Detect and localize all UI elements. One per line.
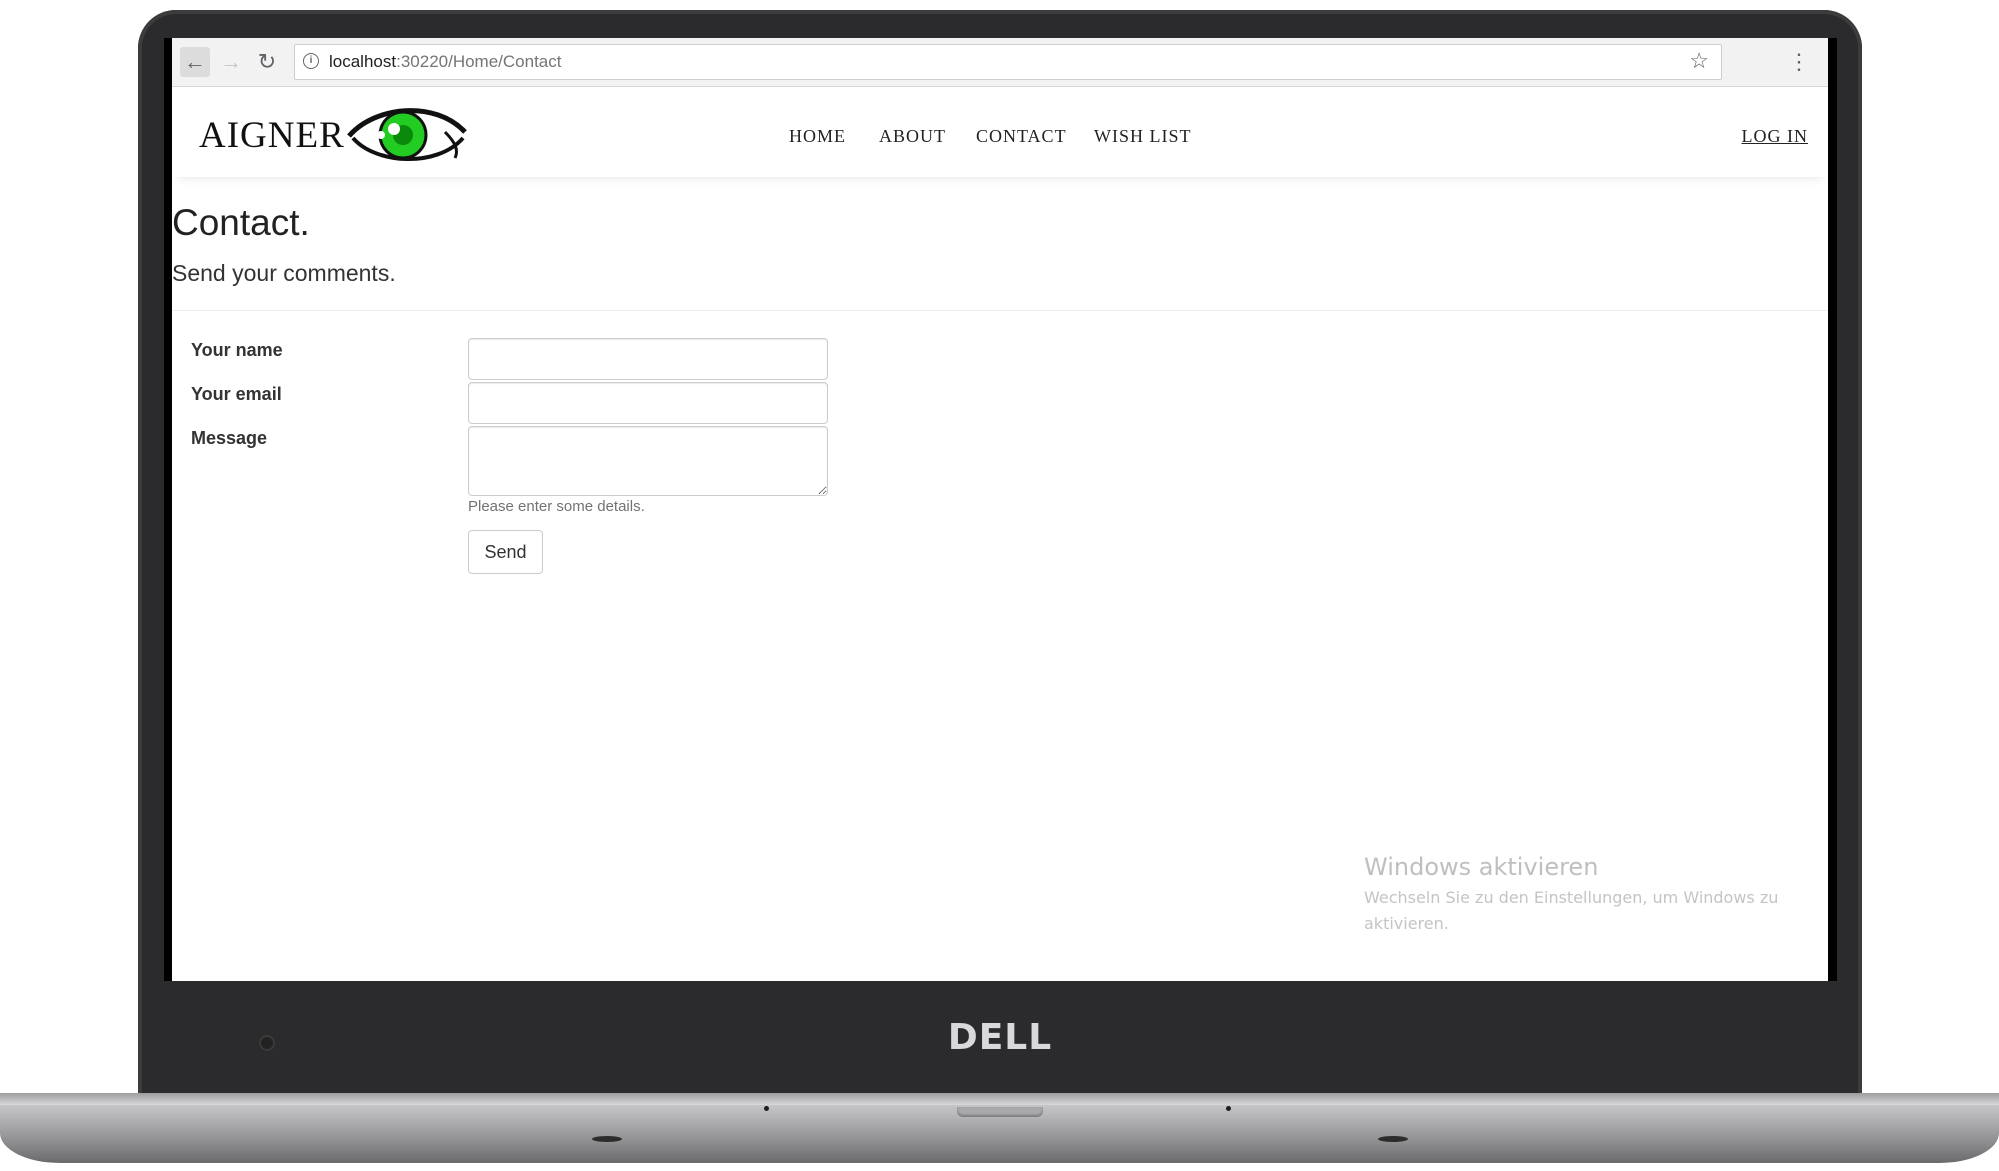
page-title: Contact. xyxy=(172,202,310,243)
name-label: Your name xyxy=(191,340,283,360)
message-textarea[interactable] xyxy=(468,426,828,496)
laptop-hinge-dot xyxy=(1226,1106,1231,1111)
browser-toolbar: ← → ↻ i localhost:30220/Home/Contact ☆ ⋮ xyxy=(172,38,1828,87)
url-text[interactable]: localhost:30220/Home/Contact xyxy=(329,52,562,72)
windows-activation-subtitle: Wechseln Sie zu den Einstellungen, um Wi… xyxy=(1364,888,1779,933)
laptop-notch xyxy=(957,1107,1043,1117)
windows-activation-title: Windows aktivieren xyxy=(1364,853,1599,881)
reload-icon[interactable]: ↻ xyxy=(252,47,282,77)
back-arrow-icon[interactable]: ← xyxy=(180,47,210,77)
eye-logo-icon xyxy=(347,108,467,161)
address-bar[interactable]: i localhost:30220/Home/Contact ☆ xyxy=(294,44,1722,80)
login-link[interactable]: LOG IN xyxy=(1742,126,1809,147)
divider xyxy=(172,310,1828,311)
brand-text: AIGNER xyxy=(199,115,345,156)
message-label: Message xyxy=(191,428,268,448)
browser-window: ← → ↻ i localhost:30220/Home/Contact ☆ ⋮… xyxy=(172,38,1828,981)
bookmark-star-icon[interactable]: ☆ xyxy=(1689,48,1709,74)
site-header: AIGNER HOME ABOUT CONTACT WISH LIST LOG … xyxy=(172,87,1828,177)
nav-contact[interactable]: CONTACT xyxy=(976,126,1067,147)
laptop-screen: ← → ↻ i localhost:30220/Home/Contact ☆ ⋮… xyxy=(164,38,1837,981)
nav-home[interactable]: HOME xyxy=(789,126,846,147)
laptop-hinge-dot xyxy=(764,1106,769,1111)
laptop-base-lip xyxy=(0,1093,1999,1105)
info-icon[interactable]: i xyxy=(303,53,319,69)
windows-activation-notice: Windows aktivieren Wechseln Sie zu den E… xyxy=(1364,853,1784,937)
forward-arrow-icon[interactable]: → xyxy=(216,47,246,77)
webcam xyxy=(259,1035,275,1051)
laptop-foot xyxy=(1378,1136,1408,1142)
nav-about[interactable]: ABOUT xyxy=(879,126,946,147)
name-input[interactable] xyxy=(468,338,828,380)
laptop-foot xyxy=(592,1136,622,1142)
page-subtitle: Send your comments. xyxy=(172,260,396,286)
email-input[interactable] xyxy=(468,382,828,424)
send-button[interactable]: Send xyxy=(468,530,543,574)
browser-menu-icon[interactable]: ⋮ xyxy=(1784,47,1814,77)
message-help-text: Please enter some details. xyxy=(468,498,645,515)
dell-logo: DELL xyxy=(947,1017,1053,1058)
nav-wish-list[interactable]: WISH LIST xyxy=(1094,126,1192,147)
email-label: Your email xyxy=(191,384,282,404)
